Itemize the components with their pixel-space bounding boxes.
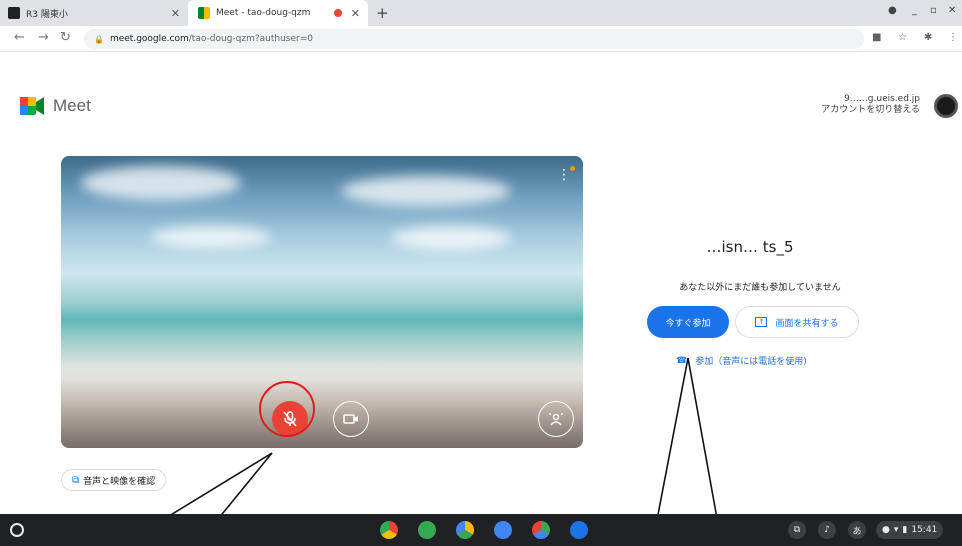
present-button[interactable]: ↑ 画面を共有する: [735, 306, 859, 338]
meet-icon: [198, 7, 210, 19]
background-effects-icon: [549, 413, 563, 426]
avatar[interactable]: [934, 94, 958, 118]
meeting-code: …isn… ts_5: [706, 238, 794, 256]
meet-logo[interactable]: Meet: [20, 96, 91, 116]
account-email: 9……g.ueis.ed.jp: [844, 94, 920, 104]
extensions-icon[interactable]: ✱: [924, 32, 932, 43]
cloud: [81, 166, 241, 200]
play-store-icon[interactable]: [532, 521, 550, 539]
screen-capture-icon[interactable]: ⧉: [788, 521, 806, 539]
os-shelf: ⧉ ♪ あ ● ▾ ▮ 15:41: [0, 514, 962, 546]
tab-title: R3 陽東小: [26, 9, 68, 20]
cloud: [151, 226, 271, 248]
new-tab-button[interactable]: +: [376, 4, 389, 22]
slides-icon: [8, 7, 20, 19]
join-now-button[interactable]: 今すぐ参加: [647, 306, 729, 338]
check-av-label: 音声と映像を確認: [83, 476, 156, 487]
files-icon[interactable]: [494, 521, 512, 539]
tab-r3[interactable]: R3 陽東小 ✕: [8, 0, 188, 26]
annotation-circle: [259, 381, 315, 437]
switch-account-link[interactable]: アカウントを切り替える: [821, 105, 920, 116]
bookmark-star-icon[interactable]: ☆: [898, 32, 907, 43]
notification-dot: [570, 166, 575, 171]
restore-icon[interactable]: ▫: [930, 5, 937, 16]
join-phone-audio-link[interactable]: ☎ 参加（音声には電話を使用): [676, 354, 807, 368]
camera-toggle-button[interactable]: [333, 401, 369, 437]
meet-logo-icon: [20, 97, 44, 115]
present-label: 画面を共有する: [775, 318, 839, 329]
battery-icon: ▮: [902, 525, 908, 535]
close-window-icon[interactable]: ✕: [948, 5, 956, 16]
reload-icon[interactable]: ↻: [60, 30, 71, 45]
wifi-icon: ▾: [893, 525, 899, 535]
recording-icon: [334, 9, 342, 17]
close-icon[interactable]: ✕: [171, 7, 180, 20]
tab-meet[interactable]: Meet - tao-doug-qzm ✕: [188, 0, 368, 26]
camera-icon: [343, 414, 358, 424]
mic-tray-icon[interactable]: ♪: [818, 521, 836, 539]
phone-icon: ☎: [676, 355, 688, 366]
account-info: 9……g.ueis.ed.jp アカウントを切り替える: [821, 94, 920, 116]
participants-status: あなた以外にまだ誰も参加していません: [679, 283, 841, 293]
browser-toolbar: ← → ↻ 🔒 meet.google.com/tao-doug-qzm?aut…: [0, 26, 962, 52]
classroom-icon[interactable]: [418, 521, 436, 539]
check-av-icon: ⧉: [72, 474, 80, 486]
back-icon[interactable]: ←: [14, 30, 25, 45]
clock: 15:41: [911, 525, 938, 535]
screen: R3 陽東小 ✕ Meet - tao-doug-qzm ✕ + ● _ ▫ ✕…: [0, 0, 962, 546]
meet-logo-text: Meet: [53, 96, 91, 115]
cloud: [341, 176, 511, 206]
background-effects-button[interactable]: [538, 401, 574, 437]
notification-icon: ●: [882, 525, 890, 535]
controls-gradient: [61, 378, 583, 448]
close-icon[interactable]: ✕: [351, 7, 360, 20]
menu-icon[interactable]: ⋮: [948, 32, 958, 43]
meet-shelf-icon[interactable]: [570, 521, 588, 539]
join-phone-label: 参加（音声には電話を使用): [695, 357, 807, 367]
profile-icon[interactable]: ●: [888, 5, 897, 16]
forward-icon[interactable]: →: [38, 30, 49, 45]
tab-strip: R3 陽東小 ✕ Meet - tao-doug-qzm ✕ + ● _ ▫ ✕: [0, 0, 962, 26]
chrome-icon[interactable]: [380, 521, 398, 539]
camera-in-use-icon[interactable]: ■: [872, 32, 881, 43]
address-bar[interactable]: 🔒 meet.google.com/tao-doug-qzm?authuser=…: [84, 29, 864, 49]
lock-icon: 🔒: [94, 34, 104, 44]
present-icon: ↑: [755, 317, 768, 327]
ime-indicator[interactable]: あ: [848, 521, 866, 539]
join-now-label: 今すぐ参加: [665, 318, 711, 329]
url-domain: meet.google.com: [109, 34, 189, 44]
minimize-icon[interactable]: _: [912, 5, 917, 16]
status-area[interactable]: ● ▾ ▮ 15:41: [876, 521, 944, 539]
cloud: [391, 226, 511, 250]
drive-icon[interactable]: [456, 521, 474, 539]
url-path: /tao-doug-qzm?authuser=0: [188, 34, 313, 44]
check-audio-video-button[interactable]: ⧉ 音声と映像を確認: [61, 469, 167, 491]
tab-title: Meet - tao-doug-qzm: [216, 8, 311, 18]
more-options-icon[interactable]: ⋮: [557, 168, 571, 182]
launcher-icon[interactable]: [10, 523, 24, 537]
video-preview: ⋮: [61, 156, 583, 448]
